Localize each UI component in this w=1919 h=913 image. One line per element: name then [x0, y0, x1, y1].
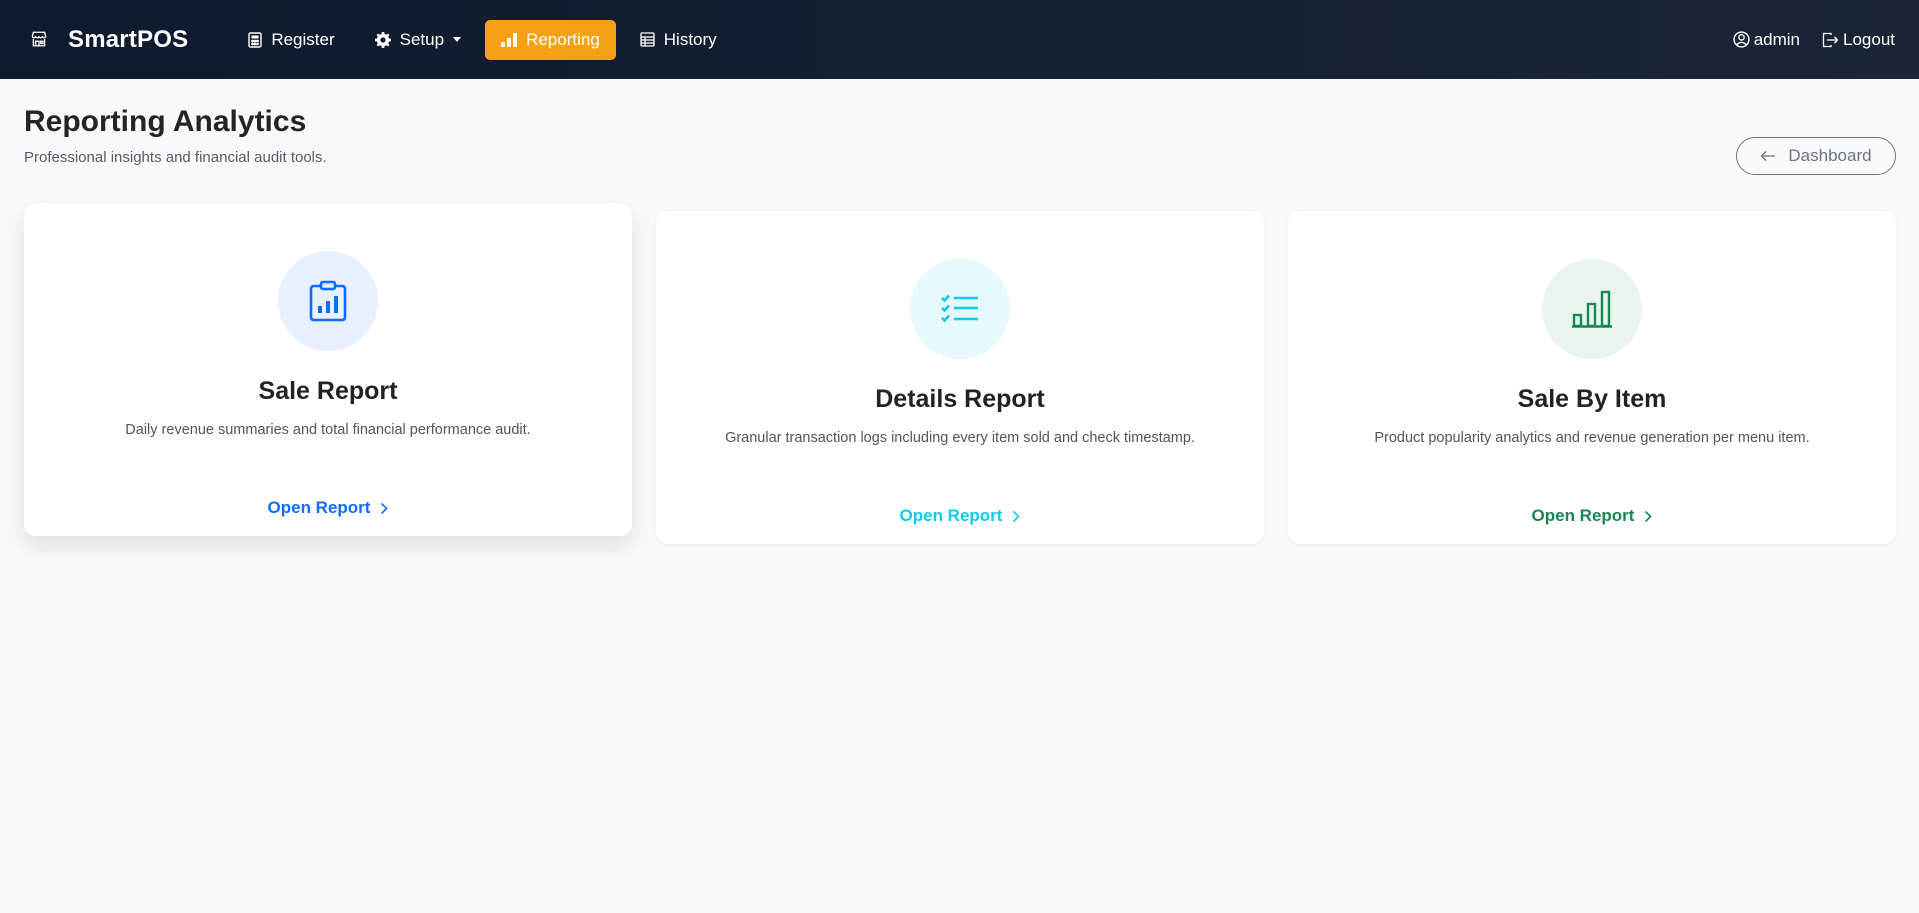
- card-sale-by-item[interactable]: Sale By Item Product popularity analytic…: [1288, 211, 1896, 544]
- card-title: Details Report: [875, 385, 1045, 413]
- card-sale-report[interactable]: Sale Report Daily revenue summaries and …: [24, 203, 632, 536]
- card-description: Product popularity analytics and revenue…: [1374, 430, 1810, 446]
- user-name: admin: [1753, 29, 1800, 49]
- nav-reporting-label: Reporting: [526, 29, 600, 49]
- dashboard-button[interactable]: Dashboard: [1736, 137, 1896, 175]
- user-menu[interactable]: admin: [1733, 20, 1800, 60]
- page-header: Reporting Analytics Professional insight…: [0, 79, 1919, 175]
- arrow-left-icon: [1760, 151, 1776, 161]
- page-subtitle: Professional insights and financial audi…: [24, 149, 327, 166]
- gear-icon: [374, 31, 391, 48]
- open-report-link[interactable]: Open Report: [1532, 506, 1653, 526]
- card-description: Granular transaction logs including ever…: [725, 430, 1195, 446]
- page-title: Reporting Analytics: [24, 105, 307, 138]
- chevron-right-icon: [381, 502, 389, 514]
- open-report-label: Open Report: [1531, 506, 1635, 525]
- chevron-down-icon: [453, 37, 462, 42]
- dashboard-label: Dashboard: [1788, 146, 1872, 165]
- page-heading: Reporting Analytics Professional insight…: [24, 103, 327, 166]
- chevron-right-icon: [1645, 510, 1653, 522]
- nav-register-label: Register: [271, 29, 335, 49]
- nav-reporting[interactable]: Reporting: [485, 19, 616, 60]
- nav-setup-label: Setup: [399, 29, 445, 49]
- table-icon: [640, 32, 655, 47]
- open-report-label: Open Report: [899, 506, 1003, 525]
- open-report-link[interactable]: Open Report: [268, 498, 389, 518]
- card-details-report[interactable]: Details Report Granular transaction logs…: [656, 211, 1264, 544]
- brand[interactable]: SmartPOS: [30, 26, 188, 54]
- card-title: Sale Report: [258, 377, 398, 405]
- main-nav: Register Setup Reporting History: [232, 19, 733, 60]
- logout-label: Logout: [1843, 29, 1895, 49]
- list-check-icon: [910, 259, 1010, 359]
- open-report-link[interactable]: Open Report: [900, 506, 1021, 526]
- clipboard-chart-icon: [278, 251, 378, 351]
- open-report-label: Open Report: [267, 498, 371, 517]
- logout-link[interactable]: Logout: [1822, 20, 1895, 60]
- calculator-icon: [248, 31, 263, 48]
- bar-chart-icon: [1542, 259, 1642, 359]
- nav-history[interactable]: History: [624, 20, 733, 60]
- nav-right: admin Logout: [1733, 20, 1895, 60]
- card-title: Sale By Item: [1517, 385, 1667, 413]
- user-circle-icon: [1733, 31, 1750, 48]
- nav-register[interactable]: Register: [232, 20, 350, 60]
- card-description: Daily revenue summaries and total financ…: [125, 422, 531, 438]
- nav-setup[interactable]: Setup: [359, 20, 477, 60]
- logout-icon: [1822, 32, 1839, 47]
- brand-name: SmartPOS: [68, 25, 189, 53]
- bar-chart-icon: [501, 32, 518, 47]
- shop-icon: [30, 30, 50, 50]
- nav-history-label: History: [663, 29, 717, 49]
- chevron-right-icon: [1013, 510, 1021, 522]
- top-navbar: SmartPOS Register Setup Reporting Histor…: [0, 0, 1919, 79]
